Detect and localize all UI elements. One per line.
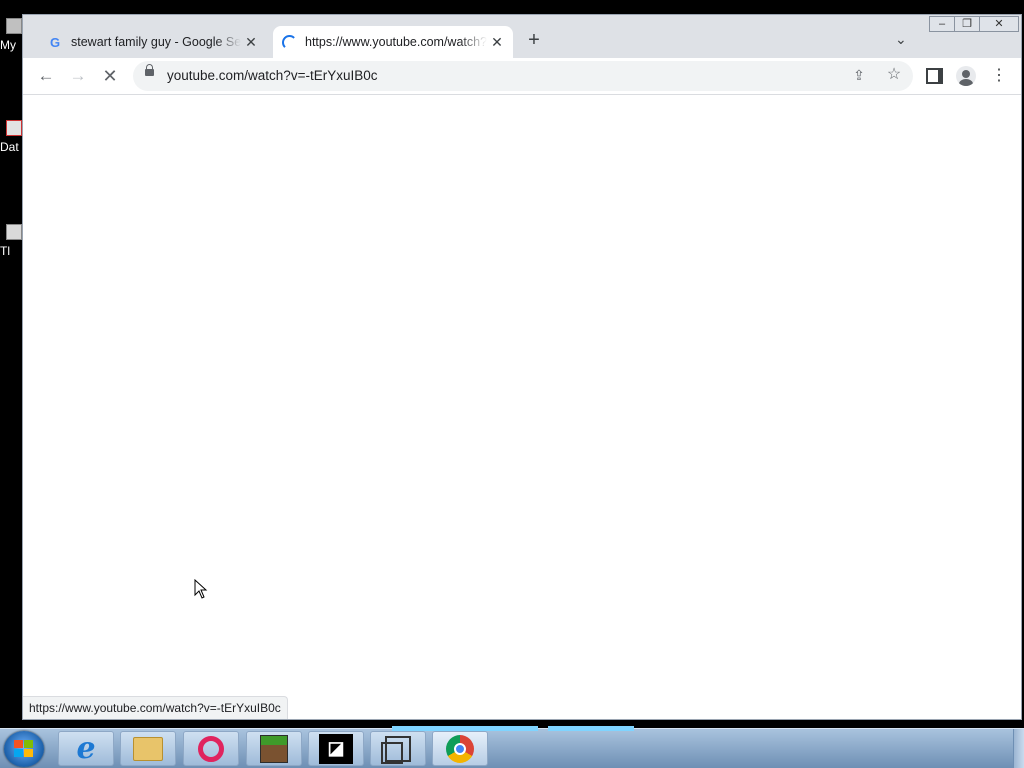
browser-toolbar: ← → ✕ youtube.com/watch?v=-tErYxuIB0c ⇪ …	[23, 58, 1021, 95]
taskbar-minecraft[interactable]	[246, 731, 302, 766]
tab-search-chevron-icon[interactable]: ⌄	[895, 31, 907, 48]
tab-google-search[interactable]: G stewart family guy - Google Search ✕	[39, 26, 267, 58]
opera-icon	[198, 735, 224, 762]
tab-close-icon[interactable]: ✕	[487, 34, 507, 51]
taskbar-gleam	[548, 726, 634, 731]
desktop-icon-label: My	[0, 38, 16, 52]
show-desktop-button[interactable]	[1013, 729, 1024, 768]
taskbar-task-view[interactable]	[370, 731, 426, 766]
minimize-button[interactable]: –	[929, 16, 955, 32]
tab-close-icon[interactable]: ✕	[241, 34, 261, 51]
url-text[interactable]: youtube.com/watch?v=-tErYxuIB0c	[167, 68, 377, 83]
kebab-menu-icon[interactable]: ⋮	[989, 66, 1009, 86]
chrome-icon	[446, 734, 474, 763]
windows-logo-icon	[14, 740, 34, 758]
forward-arrow-icon[interactable]: →	[68, 66, 88, 86]
task-view-icon	[381, 735, 411, 764]
desktop-icon[interactable]: Tl	[0, 224, 22, 258]
status-bubble: https://www.youtube.com/watch?v=-tErYxuI…	[23, 696, 288, 719]
taskbar-opera[interactable]	[183, 731, 239, 766]
new-tab-button[interactable]: +	[523, 29, 545, 51]
tab-strip: G stewart family guy - Google Search ✕ h…	[23, 15, 1021, 58]
minecraft-icon	[260, 734, 288, 763]
desktop-icon[interactable]: My	[0, 18, 22, 52]
file-icon	[6, 224, 22, 240]
taskbar-amd[interactable]: ◪	[308, 731, 364, 766]
google-g-icon: G	[49, 34, 61, 50]
start-button[interactable]	[4, 731, 44, 767]
taskbar-chrome[interactable]	[432, 731, 488, 766]
side-panel-icon[interactable]	[926, 68, 943, 84]
file-icon	[6, 120, 22, 136]
close-window-button[interactable]: ✕	[979, 16, 1019, 32]
page-content	[23, 95, 1021, 719]
bookmark-star-icon[interactable]: ☆	[884, 65, 904, 85]
address-bar[interactable]: youtube.com/watch?v=-tErYxuIB0c ⇪ ☆	[133, 61, 913, 91]
profile-avatar-icon[interactable]	[956, 66, 976, 86]
computer-icon	[6, 18, 22, 34]
internet-explorer-icon: e	[76, 731, 96, 766]
amd-icon: ◪	[319, 733, 353, 764]
taskbar-file-explorer[interactable]	[120, 731, 176, 766]
desktop-icon-label: Tl	[0, 244, 10, 258]
mouse-cursor-icon	[194, 579, 208, 599]
tab-title: stewart family guy - Google Search	[71, 35, 241, 49]
desktop-icon[interactable]: Dat	[0, 120, 22, 154]
browser-window: G stewart family guy - Google Search ✕ h…	[22, 14, 1022, 720]
desktop-icon-label: Dat	[0, 140, 19, 154]
tab-title: https://www.youtube.com/watch?v=-tErYxuI…	[305, 35, 487, 49]
taskbar: e ◪	[0, 726, 1024, 768]
back-arrow-icon[interactable]: ←	[36, 66, 56, 86]
maximize-button[interactable]: ❐	[954, 16, 980, 32]
loading-spinner-icon	[281, 34, 297, 50]
share-icon[interactable]: ⇪	[849, 65, 869, 85]
tab-youtube[interactable]: https://www.youtube.com/watch?v=-tErYxuI…	[273, 26, 513, 58]
file-explorer-icon	[133, 736, 163, 761]
lock-icon[interactable]	[145, 64, 154, 76]
taskbar-internet-explorer[interactable]: e	[58, 731, 114, 766]
stop-loading-icon[interactable]: ✕	[100, 66, 120, 86]
